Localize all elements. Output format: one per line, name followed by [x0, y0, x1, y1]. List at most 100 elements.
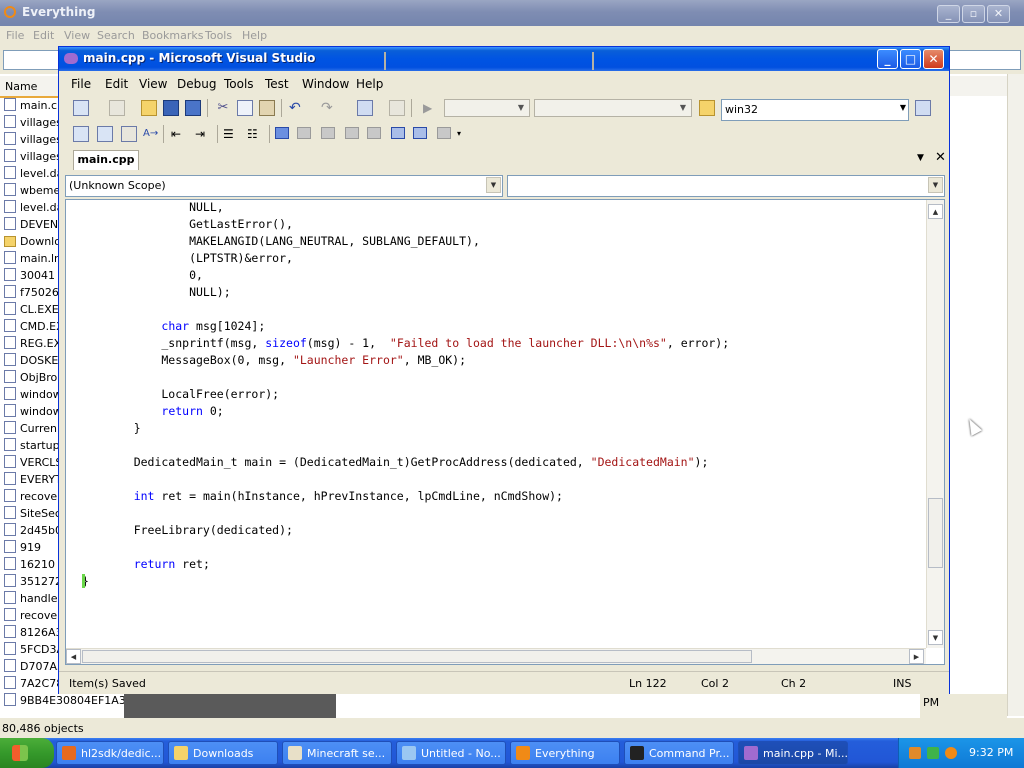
list-item[interactable]: 16210 — [0, 556, 60, 573]
tray-network-icon[interactable] — [909, 747, 921, 759]
list-item[interactable]: 2d45b0 — [0, 522, 60, 539]
code-line[interactable]: _snprintf(msg, sizeof(msg) - 1, "Failed … — [106, 336, 729, 350]
list-item[interactable]: D707A3 — [0, 658, 60, 675]
list-item[interactable]: recover — [0, 488, 60, 505]
taskbar-item[interactable]: main.cpp - Mi... — [738, 741, 848, 765]
tab-main-cpp[interactable]: main.cpp — [73, 150, 139, 170]
list-item[interactable]: DEVENV — [0, 216, 60, 233]
list-item[interactable]: level.da — [0, 165, 60, 182]
navigate-forward-icon[interactable] — [389, 100, 405, 116]
tray-everything-icon[interactable] — [945, 747, 957, 759]
ev-menu-tools[interactable]: Tools — [205, 29, 232, 42]
scroll-up-icon[interactable]: ▲ — [928, 204, 943, 219]
list-item[interactable]: 30041 — [0, 267, 60, 284]
taskbar-item[interactable]: Downloads — [168, 741, 278, 765]
list-item[interactable]: window — [0, 386, 60, 403]
chevron-down-icon[interactable]: ▼ — [486, 177, 501, 193]
bookmark-toggle-icon[interactable] — [275, 127, 289, 139]
code-line[interactable]: MAKELANGID(LANG_NEUTRAL, SUBLANG_DEFAULT… — [106, 234, 480, 248]
solution-config-combo[interactable] — [384, 52, 386, 70]
vs-minimize-button[interactable]: _ — [877, 49, 898, 69]
parameter-info-icon[interactable] — [97, 126, 113, 142]
next-bookmark-folder-icon[interactable] — [367, 127, 381, 139]
vs-maximize-button[interactable]: □ — [900, 49, 921, 69]
vs-menu-file[interactable]: File — [71, 77, 91, 91]
redo-icon[interactable]: ↷ — [321, 100, 337, 116]
list-item[interactable]: window — [0, 403, 60, 420]
list-item[interactable]: main.ln — [0, 250, 60, 267]
toolbar-options-icon[interactable]: ▾ — [457, 129, 465, 145]
ev-menu-help[interactable]: Help — [242, 29, 267, 42]
code-line[interactable]: MessageBox(0, msg, "Launcher Error", MB_… — [106, 353, 466, 367]
list-item[interactable]: REG.EX — [0, 335, 60, 352]
list-item[interactable]: villages — [0, 131, 60, 148]
chevron-down-icon[interactable]: ▼ — [928, 177, 943, 193]
scroll-right-icon[interactable]: ▶ — [909, 649, 924, 664]
vs-menu-help[interactable]: Help — [356, 77, 383, 91]
code-line[interactable]: FreeLibrary(dedicated); — [106, 523, 293, 537]
code-line[interactable]: LocalFree(error); — [106, 387, 279, 401]
open-file-icon[interactable] — [141, 100, 157, 116]
list-item[interactable]: 7A2C78 — [0, 675, 60, 692]
find-in-files-icon[interactable] — [699, 100, 715, 116]
maximize-icon[interactable]: ▫ — [962, 5, 985, 23]
list-item[interactable]: 8126A3 — [0, 624, 60, 641]
increase-indent-icon[interactable]: ⇥ — [195, 126, 211, 142]
column-name-header[interactable]: Name — [5, 80, 37, 93]
list-item[interactable]: level.da — [0, 199, 60, 216]
code-line[interactable]: return ret; — [106, 557, 210, 571]
start-debugging-icon[interactable]: ▶ — [423, 100, 439, 116]
list-item[interactable]: handler — [0, 590, 60, 607]
list-item[interactable]: 351272 — [0, 573, 60, 590]
list-item[interactable]: CMD.EX — [0, 318, 60, 335]
list-item[interactable]: CL.EXE — [0, 301, 60, 318]
taskbar-item[interactable]: Minecraft se... — [282, 741, 392, 765]
solution-platform-combo[interactable] — [592, 52, 594, 70]
vs-close-button[interactable]: ✕ — [923, 49, 944, 69]
vs-titlebar[interactable]: main.cpp - Microsoft Visual Studio _ □ ✕ — [59, 47, 949, 71]
close-icon[interactable]: ✕ — [987, 5, 1010, 23]
list-item[interactable]: ObjBro — [0, 369, 60, 386]
everything-scrollbar[interactable] — [1007, 74, 1024, 716]
decrease-indent-icon[interactable]: ⇤ — [171, 126, 187, 142]
vs-menu-debug[interactable]: Debug — [177, 77, 216, 91]
taskbar-item[interactable]: Command Pr... — [624, 741, 734, 765]
platform-combo[interactable]: ▼ — [534, 99, 692, 117]
copy-icon[interactable] — [237, 100, 253, 116]
list-item[interactable]: main.cp — [0, 97, 60, 114]
previous-bookmark-document-icon[interactable] — [391, 127, 405, 139]
previous-bookmark-folder-icon[interactable] — [345, 127, 359, 139]
list-item[interactable]: EVERYT — [0, 471, 60, 488]
code-line[interactable]: (LPTSTR)&error, — [106, 251, 293, 265]
undo-icon[interactable]: ↶ — [289, 100, 305, 116]
scroll-down-icon[interactable]: ▼ — [928, 630, 943, 645]
paste-icon[interactable] — [259, 100, 275, 116]
clear-bookmarks-icon[interactable] — [437, 127, 451, 139]
code-line[interactable]: GetLastError(), — [106, 217, 293, 231]
taskbar-clock[interactable]: 9:32 PM — [969, 746, 1013, 759]
uncomment-icon[interactable]: ☷ — [247, 126, 263, 142]
code-line[interactable]: NULL); — [106, 285, 231, 299]
save-icon[interactable] — [163, 100, 179, 116]
tray-shield-icon[interactable] — [927, 747, 939, 759]
code-line[interactable]: return 0; — [106, 404, 223, 418]
ev-menu-edit[interactable]: Edit — [33, 29, 54, 42]
next-bookmark-icon[interactable] — [321, 127, 335, 139]
code-line[interactable]: char msg[1024]; — [106, 319, 265, 333]
list-item[interactable]: 5FCD3A — [0, 641, 60, 658]
list-item[interactable]: startup — [0, 437, 60, 454]
code-editor[interactable]: NULL, GetLastError(), MAKELANGID(LANG_NE… — [65, 199, 945, 665]
taskbar-item[interactable]: Everything — [510, 741, 620, 765]
list-item[interactable]: f75026 — [0, 284, 60, 301]
taskbar-item[interactable]: hl2sdk/dedic... — [56, 741, 164, 765]
vs-menu-test[interactable]: Test — [265, 77, 289, 91]
code-line[interactable]: 0, — [106, 268, 203, 282]
list-item[interactable]: 919 — [0, 539, 60, 556]
list-item[interactable]: Curren — [0, 420, 60, 437]
list-item[interactable]: SiteSec — [0, 505, 60, 522]
comment-icon[interactable]: ☰ — [223, 126, 239, 142]
member-combo[interactable]: ▼ — [507, 175, 945, 197]
vertical-scrollbar[interactable]: ▲ ▼ — [926, 200, 944, 648]
next-bookmark-document-icon[interactable] — [413, 127, 427, 139]
previous-bookmark-icon[interactable] — [297, 127, 311, 139]
